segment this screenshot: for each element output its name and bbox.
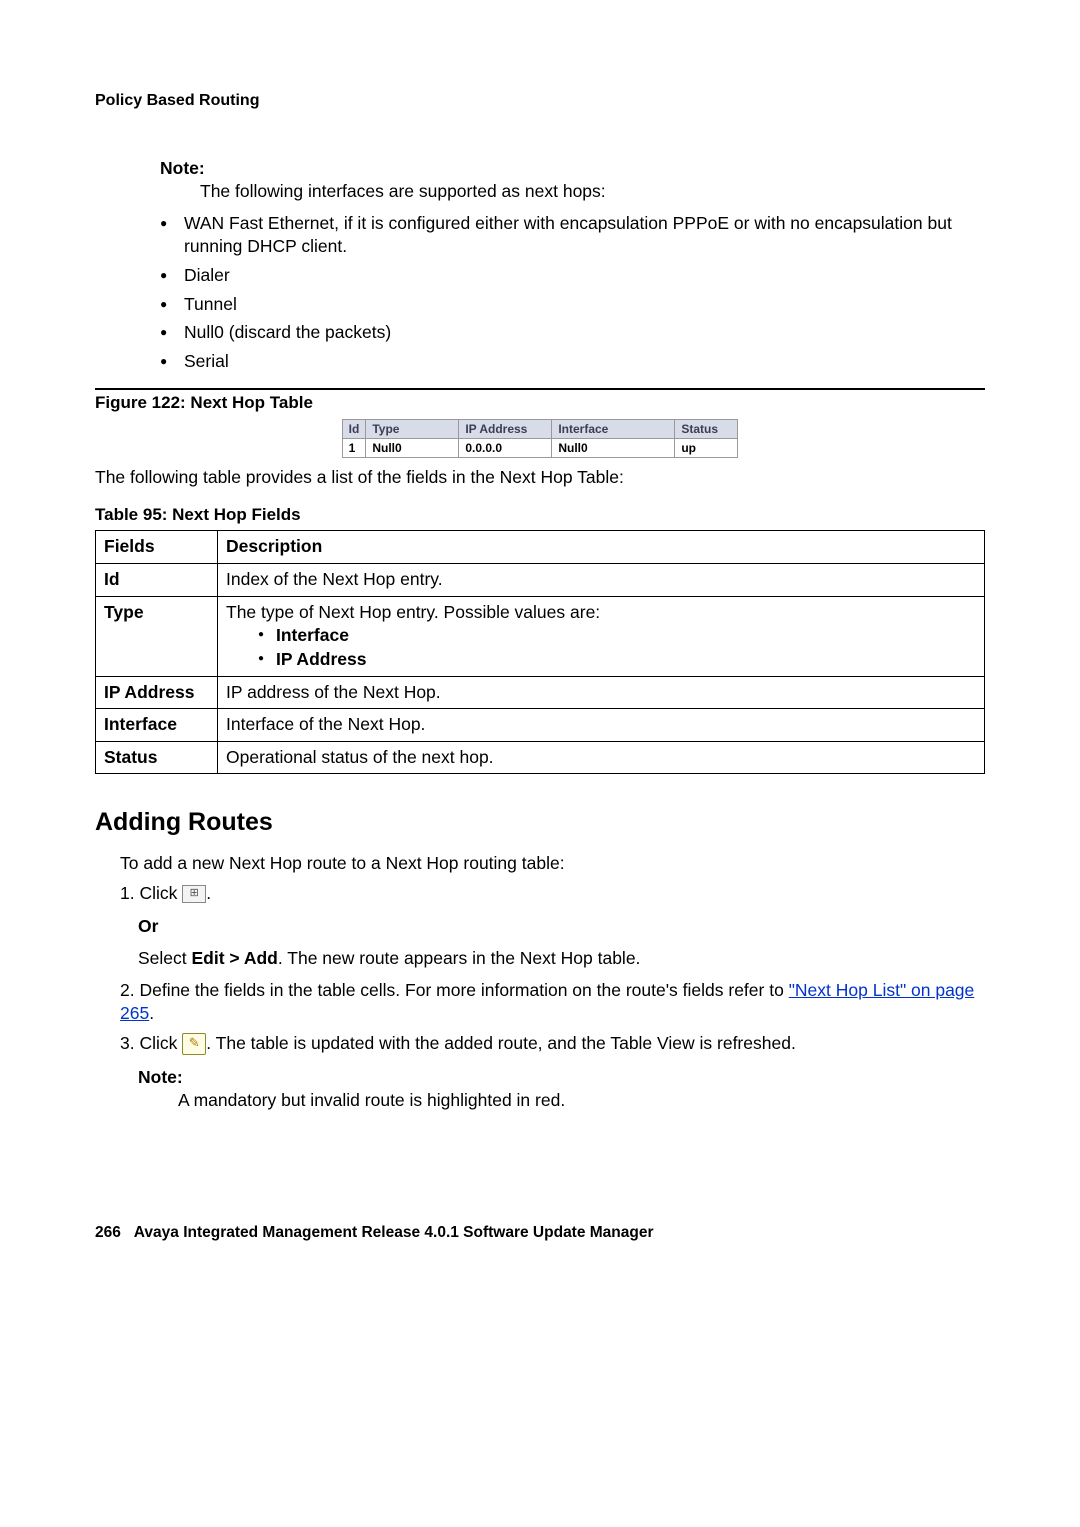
step-text: . The table is updated with the added ro… xyxy=(206,1033,796,1053)
field-name: Type xyxy=(96,596,218,676)
col-header: Fields xyxy=(96,531,218,564)
figure-caption: Figure 122: Next Hop Table xyxy=(95,392,985,415)
next-hop-mini-table: Id Type IP Address Interface Status 1 Nu… xyxy=(342,419,739,458)
note-block-2: Note: A mandatory but invalid route is h… xyxy=(138,1066,985,1113)
text: . The new route appears in the Next Hop … xyxy=(278,948,641,968)
note-label: Note: xyxy=(138,1067,183,1087)
step-text: 1. Click xyxy=(120,883,182,903)
list-item: Dialer xyxy=(160,264,985,288)
list-item: IP Address xyxy=(258,648,976,672)
col-header: Interface xyxy=(552,419,675,438)
field-name: Interface xyxy=(96,709,218,742)
field-desc: The type of Next Hop entry. Possible val… xyxy=(218,596,985,676)
col-header: Id xyxy=(342,419,366,438)
step-text: . xyxy=(149,1003,154,1023)
field-desc: Operational status of the next hop. xyxy=(218,741,985,774)
note-text: A mandatory but invalid route is highlig… xyxy=(178,1089,985,1113)
field-desc: Interface of the Next Hop. xyxy=(218,709,985,742)
section-heading: Adding Routes xyxy=(95,806,985,840)
apply-icon: ✎ xyxy=(182,1033,206,1055)
field-name: Status xyxy=(96,741,218,774)
cell: up xyxy=(675,438,738,457)
col-header: IP Address xyxy=(459,419,552,438)
col-header: Type xyxy=(366,419,459,438)
menu-path: Edit > Add xyxy=(192,948,278,968)
col-header: Description xyxy=(218,531,985,564)
figure-block: Figure 122: Next Hop Table Id Type IP Ad… xyxy=(95,388,985,458)
step-item: 1. Click ⊞. Or Select Edit > Add. The ne… xyxy=(120,882,985,971)
page-footer: 266 Avaya Integrated Management Release … xyxy=(95,1223,985,1244)
step-alt: Select Edit > Add. The new route appears… xyxy=(138,947,985,971)
list-item: Interface xyxy=(258,624,976,648)
cell: Null0 xyxy=(552,438,675,457)
page-number: 266 xyxy=(95,1224,121,1241)
list-item: WAN Fast Ethernet, if it is configured e… xyxy=(160,212,985,259)
field-name: Id xyxy=(96,564,218,597)
supported-interfaces-list: WAN Fast Ethernet, if it is configured e… xyxy=(160,212,985,374)
note-text: The following interfaces are supported a… xyxy=(200,180,985,204)
next-hop-fields-table: Fields Description Id Index of the Next … xyxy=(95,530,985,774)
list-item: Null0 (discard the packets) xyxy=(160,321,985,345)
step-text: . xyxy=(206,883,211,903)
add-row-icon: ⊞ xyxy=(182,885,206,903)
steps-list: 1. Click ⊞. Or Select Edit > Add. The ne… xyxy=(95,882,985,1056)
step-text: 2. Define the fields in the table cells.… xyxy=(120,980,789,1000)
field-desc: IP address of the Next Hop. xyxy=(218,676,985,709)
text: Select xyxy=(138,948,192,968)
intro-paragraph: The following table provides a list of t… xyxy=(95,466,985,490)
note-label: Note: xyxy=(160,158,205,178)
cell: Null0 xyxy=(366,438,459,457)
running-header: Policy Based Routing xyxy=(95,90,985,112)
footer-text: Avaya Integrated Management Release 4.0.… xyxy=(134,1224,654,1241)
step-text: 3. Click xyxy=(120,1033,182,1053)
desc-prefix: The type of Next Hop entry. Possible val… xyxy=(226,602,600,622)
list-item: Tunnel xyxy=(160,293,985,317)
list-item: Serial xyxy=(160,350,985,374)
step-item: 2. Define the fields in the table cells.… xyxy=(120,979,985,1026)
cell: 0.0.0.0 xyxy=(459,438,552,457)
cell: 1 xyxy=(342,438,366,457)
step-item: 3. Click ✎. The table is updated with th… xyxy=(120,1032,985,1056)
or-label: Or xyxy=(138,915,985,939)
field-desc: Index of the Next Hop entry. xyxy=(218,564,985,597)
field-name: IP Address xyxy=(96,676,218,709)
note-block-1: Note: The following interfaces are suppo… xyxy=(160,157,985,204)
col-header: Status xyxy=(675,419,738,438)
section-intro: To add a new Next Hop route to a Next Ho… xyxy=(120,852,985,876)
table-caption: Table 95: Next Hop Fields xyxy=(95,504,985,527)
